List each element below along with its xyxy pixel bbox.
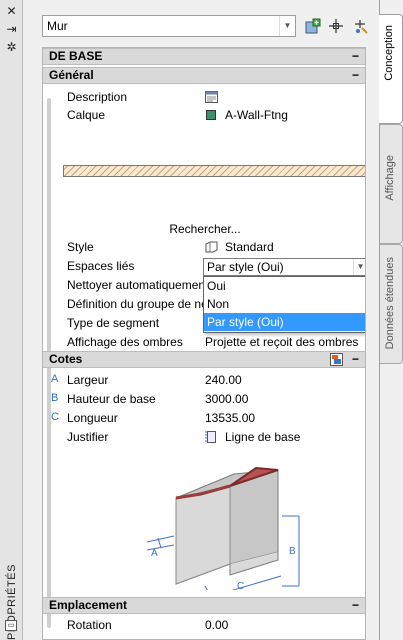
prop-label: Espaces liés <box>67 259 135 273</box>
dimension-letter: C <box>51 411 59 423</box>
tab-strip: Conception Affichage Données étendues <box>379 0 403 640</box>
palette-title-strip: ✕ ⇥ ✲ PROPRIÉTÉS ▭ <box>0 0 23 640</box>
object-type-value: Mur <box>47 19 68 33</box>
chevron-down-icon[interactable]: ▼ <box>279 16 295 36</box>
justify-icon <box>205 431 218 443</box>
close-icon[interactable]: ✕ <box>4 4 19 18</box>
prop-description[interactable]: Description <box>43 88 365 107</box>
prop-label: Justifier <box>67 430 109 444</box>
prop-label: Calque <box>67 108 106 122</box>
espaces-lies-select[interactable]: Par style (Oui) ▼ <box>203 258 365 276</box>
prop-largeur[interactable]: A Largeur 240.00 <box>43 371 365 390</box>
prop-label: Définition du groupe de nettoyage <box>67 297 203 311</box>
prop-label: Affichage des ombres <box>67 335 183 349</box>
property-grid: DE BASE − Général − Description Calque A… <box>42 47 366 640</box>
text-editor-icon[interactable] <box>205 91 218 103</box>
quick-select-icon[interactable] <box>351 17 369 35</box>
prop-value: 13535.00 <box>205 411 256 425</box>
style-icon <box>205 241 218 253</box>
section-emplacement[interactable]: Emplacement − <box>43 597 365 614</box>
section-title: Cotes <box>49 352 83 366</box>
prop-label: Largeur <box>67 373 109 387</box>
dimension-letter: B <box>51 392 59 404</box>
properties-panel: Mur ▼ DE BASE − Général − Description Ca… <box>23 0 380 640</box>
prop-ombres[interactable]: Affichage des ombres Projette et reçoit … <box>43 333 365 352</box>
select-value: Par style (Oui) <box>207 260 284 274</box>
settings-icon[interactable]: ✲ <box>4 40 19 54</box>
prop-label: Type de segment <box>67 316 160 330</box>
prop-label: Description <box>67 90 128 104</box>
dropdown-option-non[interactable]: Non <box>204 295 365 313</box>
prop-justifier[interactable]: Justifier Ligne de base <box>43 428 365 447</box>
object-type-select[interactable]: Mur ▼ <box>42 15 296 37</box>
prop-label: Style <box>67 240 94 254</box>
tab-label: Données étendues <box>384 257 396 350</box>
chevron-down-icon[interactable]: ▼ <box>353 259 365 275</box>
find-button[interactable]: Rechercher... <box>43 222 365 236</box>
dropdown-list: Oui Non Par style (Oui) <box>203 276 365 333</box>
prop-hauteur[interactable]: B Hauteur de base 3000.00 <box>43 390 365 409</box>
collapse-icon[interactable]: − <box>352 352 359 367</box>
dimension-letter: A <box>51 373 59 385</box>
prop-value: Ligne de base <box>225 430 301 444</box>
tab-conception[interactable]: Conception <box>379 14 403 124</box>
diagram-letter-b: B <box>289 546 296 557</box>
prop-value: Standard <box>225 240 274 254</box>
prop-longueur[interactable]: C Longueur 13535.00 <box>43 409 365 428</box>
prop-value: A-Wall-Ftng <box>225 108 288 122</box>
palette-options-icon[interactable]: ▭ <box>5 620 17 631</box>
prop-label: Longueur <box>67 411 118 425</box>
wall-dimension-diagram: A B C <box>141 456 311 607</box>
diagram-letter-a: A <box>151 548 158 559</box>
prop-rotation[interactable]: Rotation 0.00 <box>43 616 365 635</box>
tab-affichage[interactable]: Affichage <box>380 124 403 244</box>
collapse-icon[interactable]: − <box>352 598 359 613</box>
section-de-base[interactable]: DE BASE − <box>43 48 365 65</box>
prop-label: Nettoyer automatiquement <box>67 278 203 292</box>
prop-calque[interactable]: Calque A-Wall-Ftng <box>43 106 365 125</box>
add-style-icon[interactable] <box>304 17 322 35</box>
section-title: Emplacement <box>49 598 128 612</box>
collapse-icon[interactable]: − <box>352 68 359 83</box>
prop-style[interactable]: Style Standard <box>43 238 365 257</box>
dimension-settings-icon[interactable] <box>330 353 343 366</box>
prop-value: 0.00 <box>205 618 229 632</box>
select-objects-icon[interactable] <box>327 17 345 35</box>
section-title: DE BASE <box>49 49 103 63</box>
hatch-preview <box>63 165 365 177</box>
dropdown-option-par-style[interactable]: Par style (Oui) <box>204 313 365 331</box>
layer-color-swatch <box>206 110 216 120</box>
tab-donnees-etendues[interactable]: Données étendues <box>380 244 403 364</box>
tab-label: Affichage <box>384 155 396 201</box>
section-cotes[interactable]: Cotes − <box>43 351 365 368</box>
prop-value: 3000.00 <box>205 392 249 406</box>
prop-label: Rotation <box>67 618 112 632</box>
prop-label: Hauteur de base <box>67 392 156 406</box>
section-title: Général <box>49 68 94 82</box>
section-general[interactable]: Général − <box>43 67 365 84</box>
prop-value: Projette et reçoit des ombres <box>205 335 359 349</box>
autohide-icon[interactable]: ⇥ <box>4 22 19 36</box>
diagram-letter-c: C <box>237 581 244 590</box>
collapse-icon[interactable]: − <box>352 49 359 64</box>
prop-value: 240.00 <box>205 373 242 387</box>
dropdown-option-oui[interactable]: Oui <box>204 277 365 295</box>
tab-label: Conception <box>383 25 395 81</box>
